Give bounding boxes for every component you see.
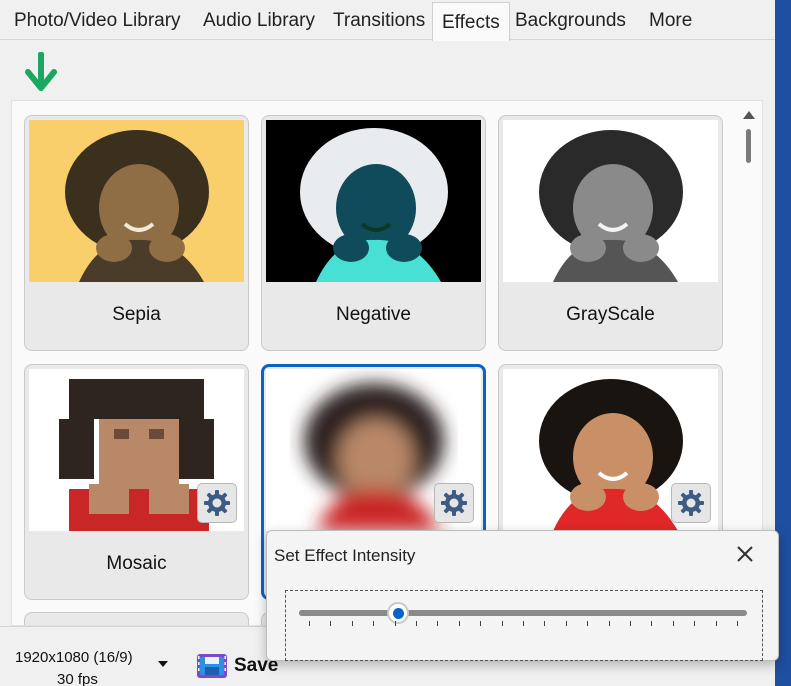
- slider-tick: [609, 621, 610, 626]
- effect-thumbnail: [266, 120, 481, 282]
- tab-backgrounds[interactable]: Backgrounds: [515, 10, 626, 32]
- tab-transitions[interactable]: Transitions: [333, 10, 425, 32]
- slider-tick: [737, 621, 738, 626]
- slider-tick: [587, 621, 588, 626]
- chevron-down-icon[interactable]: [158, 661, 168, 667]
- effect-label: GrayScale: [566, 304, 655, 325]
- effect-settings-button[interactable]: [434, 483, 474, 523]
- effect-label: Sepia: [112, 304, 161, 325]
- tab-strip: Photo/Video Library Audio Library Transi…: [0, 0, 775, 41]
- slider-tick: [309, 621, 310, 626]
- close-icon[interactable]: [734, 543, 756, 565]
- popup-title: Set Effect Intensity: [274, 546, 416, 565]
- effect-settings-button[interactable]: [671, 483, 711, 523]
- gear-icon: [441, 490, 467, 516]
- slider-tick: [373, 621, 374, 626]
- arrow-down-icon[interactable]: [24, 50, 58, 94]
- effect-tile-mosaic[interactable]: Mosaic: [24, 364, 249, 600]
- effects-toolbar: [8, 40, 768, 98]
- effect-tile[interactable]: [24, 612, 249, 625]
- slider-tick: [544, 621, 545, 626]
- effect-tile-grayscale[interactable]: GrayScale: [498, 115, 723, 351]
- slider-tick: [437, 621, 438, 626]
- slider-tick: [566, 621, 567, 626]
- slider-tick: [480, 621, 481, 626]
- slider-tick: [352, 621, 353, 626]
- slider-tick: [459, 621, 460, 626]
- gear-icon: [204, 490, 230, 516]
- intensity-slider-track[interactable]: [299, 602, 747, 624]
- tab-audio-library[interactable]: Audio Library: [203, 10, 315, 32]
- gear-icon: [678, 490, 704, 516]
- tab-effects[interactable]: Effects: [432, 2, 510, 41]
- effect-tile-sepia[interactable]: Sepia: [24, 115, 249, 351]
- effect-label: Negative: [336, 304, 411, 325]
- slider-tick: [716, 621, 717, 626]
- effect-tile-negative[interactable]: Negative: [261, 115, 486, 351]
- slider-tick: [630, 621, 631, 626]
- slider-tick: [502, 621, 503, 626]
- intensity-slider-ticks: [309, 621, 738, 627]
- scrollbar-thumb[interactable]: [746, 129, 751, 163]
- effect-intensity-popup: Set Effect Intensity: [266, 530, 779, 661]
- fps-label: 30 fps: [57, 671, 98, 686]
- slider-tick: [673, 621, 674, 626]
- slider-tick: [523, 621, 524, 626]
- save-film-icon: [197, 654, 227, 678]
- slider-tick: [395, 621, 396, 626]
- slider-tick: [416, 621, 417, 626]
- scroll-up-icon[interactable]: [741, 108, 757, 122]
- effect-label: Mosaic: [106, 553, 167, 574]
- effect-thumbnail: [503, 120, 718, 282]
- slider-tick: [330, 621, 331, 626]
- effect-settings-button[interactable]: [197, 483, 237, 523]
- tab-more[interactable]: More: [649, 10, 692, 32]
- intensity-slider-fill: [299, 610, 398, 616]
- slider-tick: [694, 621, 695, 626]
- intensity-slider-frame: [285, 590, 763, 661]
- slider-tick: [651, 621, 652, 626]
- resolution-label[interactable]: 1920x1080 (16/9): [15, 649, 133, 666]
- tab-photo-video-library[interactable]: Photo/Video Library: [14, 10, 181, 32]
- effect-thumbnail: [29, 120, 244, 282]
